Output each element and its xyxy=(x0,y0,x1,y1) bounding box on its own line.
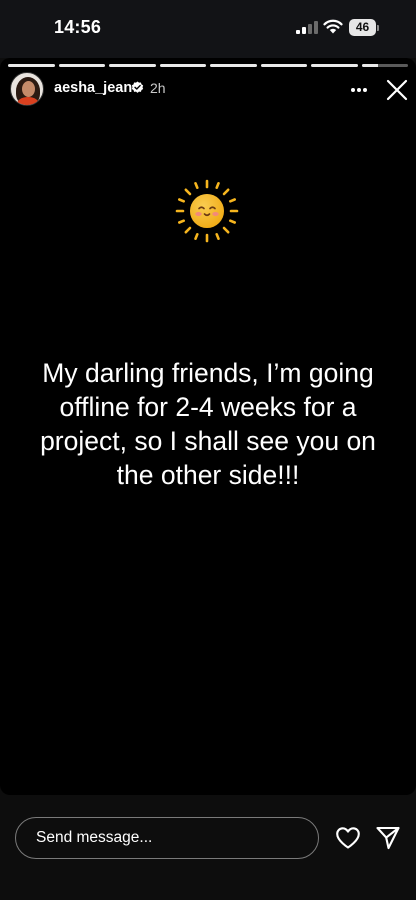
progress-segment-fill xyxy=(361,64,378,67)
progress-segment xyxy=(58,64,105,67)
progress-segment xyxy=(109,64,156,67)
progress-segment xyxy=(8,64,55,67)
post-time: 2h xyxy=(150,80,166,96)
story-progress-bar xyxy=(8,64,408,67)
avatar[interactable] xyxy=(10,72,44,106)
send-icon[interactable] xyxy=(375,825,401,851)
battery-icon: 46 xyxy=(349,19,379,36)
avatar-face xyxy=(22,81,35,97)
signal-icon xyxy=(296,21,318,34)
story-text: My darling friends, I’m going offline fo… xyxy=(40,358,376,490)
status-time: 14:56 xyxy=(54,17,102,37)
progress-segment xyxy=(210,64,257,67)
battery-level: 46 xyxy=(349,19,376,36)
send-message-input[interactable] xyxy=(15,817,319,859)
progress-segment xyxy=(361,64,408,67)
heart-icon[interactable] xyxy=(335,826,361,850)
sun-emoji-sticker xyxy=(175,179,239,243)
progress-segment xyxy=(159,64,206,67)
progress-segment xyxy=(311,64,358,67)
verified-badge-icon xyxy=(131,81,144,93)
wifi-icon xyxy=(323,19,343,34)
status-bar: 14:56 46 xyxy=(0,0,416,58)
close-icon[interactable] xyxy=(385,78,409,102)
story-viewer[interactable]: aesha_jean 2h My darling friends, I’m go… xyxy=(0,58,416,795)
story-header: aesha_jean 2h xyxy=(0,72,416,108)
battery-tip xyxy=(377,25,379,31)
avatar-dress xyxy=(17,97,39,105)
more-options-icon[interactable] xyxy=(349,80,369,100)
reply-bar xyxy=(0,795,416,900)
username[interactable]: aesha_jean xyxy=(54,80,132,96)
progress-segment xyxy=(260,64,307,67)
